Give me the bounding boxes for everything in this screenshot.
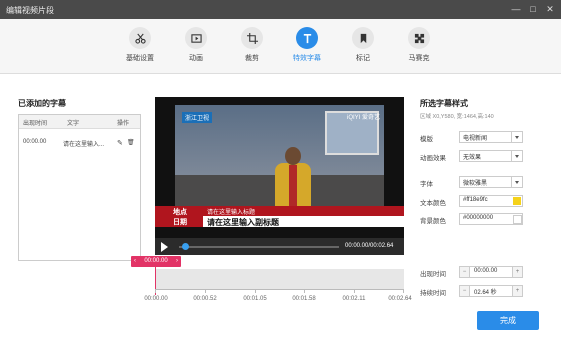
done-button[interactable]: 完成 xyxy=(477,311,539,330)
chevron-right-icon[interactable]: › xyxy=(176,256,178,267)
text-t-icon xyxy=(303,33,311,43)
tab-label: 基础设置 xyxy=(126,55,154,62)
tab-label: 特效字幕 xyxy=(293,55,321,62)
caption-subtitle: 请在这里输入副标题 xyxy=(207,218,279,227)
scissors-icon xyxy=(134,33,146,44)
animation-select[interactable]: 无效果 xyxy=(459,150,523,162)
tab-label: 马赛克 xyxy=(408,55,430,62)
duration-stepper[interactable]: − 02.64 秒 + xyxy=(459,285,523,297)
trash-icon[interactable]: 🗑 xyxy=(127,139,135,146)
duration-label: 持续时间 xyxy=(420,290,446,297)
bg-color-swatch[interactable] xyxy=(513,215,522,224)
minimize-button[interactable]: — xyxy=(510,3,522,15)
column-header-text: 文字 xyxy=(67,121,80,127)
appear-time-stepper[interactable]: − 00:00.00 + xyxy=(459,266,523,278)
tab-label: 裁剪 xyxy=(245,55,259,62)
subtitle-list-heading: 已添加的字幕 xyxy=(18,99,66,108)
caption-line-1[interactable]: 地点 请在这里输入标题 xyxy=(155,206,404,216)
subtitle-table: 出现时间 文字 操作 00:00.00 请在这里输入... ✎ 🗑 xyxy=(18,114,141,261)
chevron-down-icon[interactable] xyxy=(511,177,522,187)
table-row[interactable]: 00:00.00 请在这里输入... ✎ 🗑 xyxy=(19,137,140,149)
row-text: 请在这里输入... xyxy=(63,142,105,148)
caption-title: 请在这里输入标题 xyxy=(207,210,256,216)
chevron-down-icon[interactable] xyxy=(511,132,522,142)
region-info: 区域 X0,Y580, 宽:1464,高:140 xyxy=(420,114,494,120)
play-icon[interactable] xyxy=(161,242,168,252)
playback-time: 00:00.00/00:02.64 xyxy=(345,243,394,249)
appear-time-label: 出现时间 xyxy=(420,271,446,278)
chevron-left-icon[interactable]: ‹ xyxy=(134,256,136,267)
timeline-tick: 00:00.52 xyxy=(193,296,217,302)
seek-knob[interactable] xyxy=(182,243,189,250)
tab-mosaic[interactable]: 马赛克 xyxy=(397,27,441,63)
timeline-tick: 00:02.11 xyxy=(342,296,366,302)
timeline-tick: 00:02.64 xyxy=(388,296,412,302)
row-time: 00:00.00 xyxy=(23,139,47,145)
title-bar: 编辑视频片段 — □ ✕ xyxy=(0,0,561,19)
minus-button[interactable]: − xyxy=(460,286,470,296)
appear-time-value[interactable]: 00:00.00 xyxy=(474,268,497,274)
font-select[interactable]: 微软雅黑 xyxy=(459,176,523,188)
tab-label: 动画 xyxy=(189,55,203,62)
bg-color-value: #00000000 xyxy=(463,215,494,221)
video-preview[interactable]: 浙江卫视 iQIYI 爱奇艺 地点 请在这里输入标题 日期 请在这里输入副标题 xyxy=(155,97,404,255)
seek-bar[interactable] xyxy=(179,246,339,248)
tab-effect-subtitles[interactable]: 特效字幕 xyxy=(285,27,329,63)
bg-color-label: 背景颜色 xyxy=(420,218,446,225)
timeline-current-time: 00:00.00 xyxy=(144,258,168,264)
text-color-swatch[interactable] xyxy=(513,197,521,205)
template-label: 模版 xyxy=(420,136,433,143)
animation-icon xyxy=(190,33,202,43)
maximize-button[interactable]: □ xyxy=(527,3,539,15)
animation-value: 无效果 xyxy=(463,155,482,161)
mosaic-icon xyxy=(414,33,424,43)
caption-label-date: 日期 xyxy=(173,219,187,226)
close-button[interactable]: ✕ xyxy=(544,3,556,15)
tab-label: 标记 xyxy=(356,55,370,62)
duration-value[interactable]: 02.64 秒 xyxy=(474,287,497,296)
plus-button[interactable]: + xyxy=(512,267,522,277)
tab-marker[interactable]: 标记 xyxy=(341,27,385,63)
table-header: 出现时间 文字 操作 xyxy=(19,115,140,129)
window-title: 编辑视频片段 xyxy=(6,6,54,15)
font-label: 字体 xyxy=(420,181,433,188)
player-controls: 00:00.00/00:02.64 xyxy=(155,238,404,255)
bookmark-icon xyxy=(360,33,366,43)
chevron-down-icon[interactable] xyxy=(511,151,522,161)
animation-label: 动画效果 xyxy=(420,155,446,162)
style-heading: 所选字幕样式 xyxy=(420,99,468,108)
channel-logo: 浙江卫视 xyxy=(182,112,213,123)
column-header-time: 出现时间 xyxy=(23,121,48,127)
tab-basic-settings[interactable]: 基础设置 xyxy=(118,27,162,63)
text-color-label: 文本颜色 xyxy=(420,200,446,207)
timeline-tick: 00:00.00 xyxy=(144,296,168,302)
column-header-actions: 操作 xyxy=(117,121,130,127)
timeline-tick: 00:01.58 xyxy=(292,296,316,302)
template-value: 电视新闻 xyxy=(463,136,488,142)
plus-button[interactable]: + xyxy=(512,286,522,296)
timeline-tick: 00:01.05 xyxy=(243,296,267,302)
tab-crop[interactable]: 裁剪 xyxy=(230,27,274,63)
timeline-track[interactable] xyxy=(155,269,404,289)
timeline-current-marker[interactable]: ‹ 00:00.00 › xyxy=(131,256,181,267)
text-color-value: #ff18e9fc xyxy=(463,197,488,203)
font-value: 微软雅黑 xyxy=(463,181,488,187)
crop-icon xyxy=(246,32,258,44)
timeline-axis xyxy=(155,289,404,290)
minus-button[interactable]: − xyxy=(460,267,470,277)
caption-line-2[interactable]: 日期 请在这里输入副标题 xyxy=(155,216,404,227)
tab-animation[interactable]: 动画 xyxy=(174,27,218,63)
edit-icon[interactable]: ✎ xyxy=(117,139,123,147)
template-select[interactable]: 电视新闻 xyxy=(459,131,523,143)
watermark: iQIYI 爱奇艺 xyxy=(346,115,380,121)
tool-tabs: 基础设置 动画 裁剪 特效字幕 标记 马赛克 xyxy=(0,19,561,74)
